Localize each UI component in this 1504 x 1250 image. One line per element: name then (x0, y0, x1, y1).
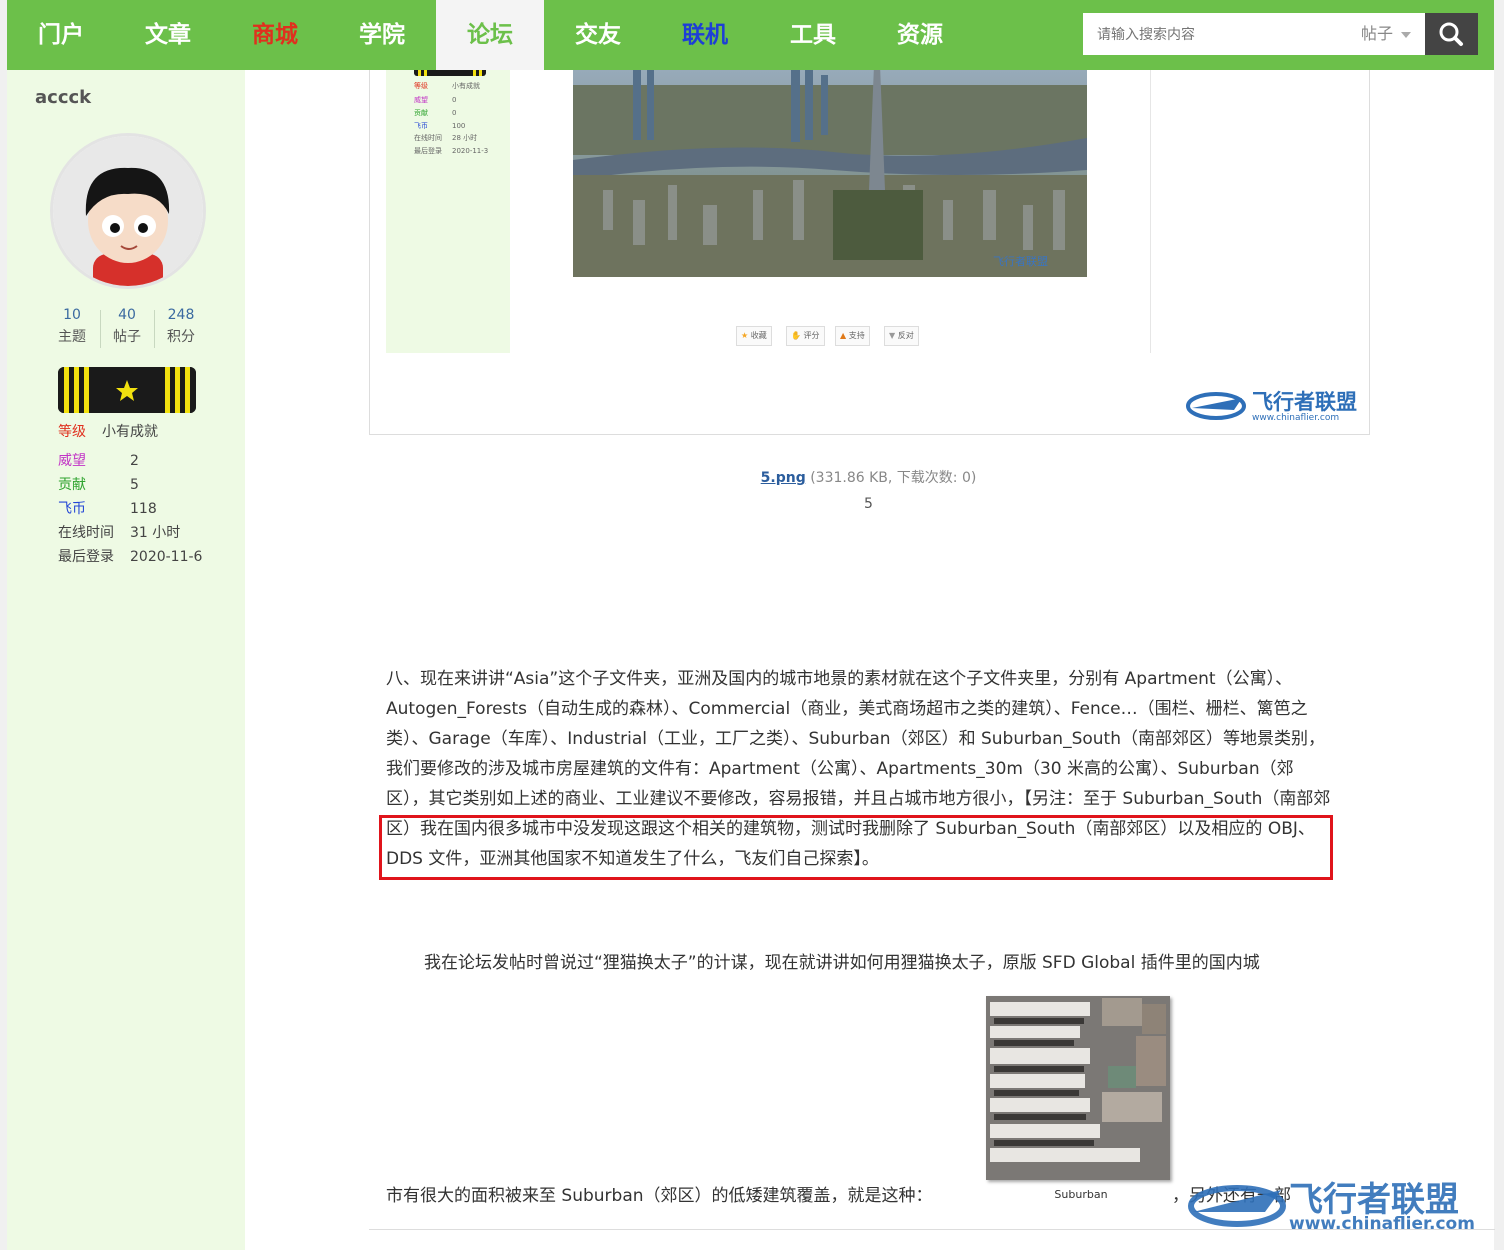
arrow-up-icon: ▲ (840, 331, 847, 340)
profile-row-contribution: 贡献 5 (58, 475, 139, 495)
search-type-label: 帖子 (1361, 24, 1394, 43)
thumb-icon: ✋ (791, 331, 801, 340)
nav-item-online[interactable]: 联机 (651, 0, 759, 70)
search-box: 帖子 (1083, 13, 1425, 57)
attachment-caption: 5 (864, 496, 873, 512)
profile-row-level: 等级 小有成就 (58, 422, 158, 442)
profile-key: 飞币 (58, 501, 86, 517)
divider (1150, 60, 1151, 353)
mini-row: 飞币 100 (414, 122, 466, 130)
search-type-select[interactable]: 帖子 (1361, 13, 1412, 55)
rate-button[interactable]: ✋ 评分 (786, 326, 825, 346)
arrow-down-icon: ▼ (889, 331, 896, 340)
profile-key: 威望 (58, 453, 86, 469)
nav-item-tools[interactable]: 工具 (759, 0, 867, 70)
watermark-text: 飞行者联盟 (1252, 390, 1357, 414)
plane-logo-icon (1188, 1185, 1286, 1227)
stat-threads[interactable]: 10 主题 (45, 304, 99, 348)
profile-value: 5 (130, 477, 139, 493)
support-button[interactable]: ▲ 支持 (835, 326, 870, 346)
stat-posts-label: 帖子 (113, 329, 141, 345)
profile-row-online-time: 在线时间 31 小时 (58, 523, 180, 543)
nav-item-resources[interactable]: 资源 (866, 0, 974, 70)
chinaflier-watermark-bottom: 飞行者联盟 www.chinaflier.com (1185, 1168, 1495, 1238)
svg-text:飞行者联盟: 飞行者联盟 (993, 255, 1048, 268)
nav-item-friends[interactable]: 交友 (544, 0, 652, 70)
profile-value: 2 (130, 453, 139, 469)
mini-row: 等级 小有成就 (414, 82, 480, 90)
article-paragraph: 我在论坛发帖时曾说过“狸猫换太子”的计谋，现在就讲讲如何用狸猫换太子，原版 SF… (424, 953, 1260, 973)
nav-item-academy[interactable]: 学院 (328, 0, 436, 70)
stat-points[interactable]: 248 积分 (154, 304, 208, 348)
search-button[interactable] (1425, 13, 1478, 55)
profile-value: 118 (130, 501, 157, 517)
nav-item-shop[interactable]: 商城 (221, 0, 329, 70)
profile-row-prestige: 威望 2 (58, 451, 139, 471)
nav-item-portal[interactable]: 门户 (7, 0, 115, 70)
star-icon: ★ (741, 331, 749, 340)
watermark-url: www.chinaflier.com (1252, 413, 1340, 423)
attachment-info: 5.png (331.86 KB, 下载次数: 0) (369, 467, 1368, 487)
mini-row: 最后登录 2020-11-3 (414, 147, 489, 155)
favorite-button[interactable]: ★ 收藏 (736, 326, 772, 346)
author-avatar[interactable] (53, 136, 203, 286)
stat-posts-value: 40 (118, 307, 136, 323)
author-username[interactable]: accck (35, 87, 91, 108)
search-icon (1439, 22, 1463, 46)
chinaflier-watermark: 飞行者联盟 www.chinaflier.com (1184, 384, 1364, 428)
stat-posts[interactable]: 40 帖子 (100, 304, 154, 348)
city-aerial-photo: 飞行者联盟 (573, 40, 1087, 277)
profile-key: 在线时间 (58, 525, 114, 541)
stat-points-value: 248 (167, 307, 195, 323)
profile-row-last-login: 最后登录 2020-11-6 (58, 547, 202, 567)
oppose-button[interactable]: ▼ 反对 (884, 326, 919, 346)
profile-row-coins: 飞币 118 (58, 499, 157, 519)
mini-row: 威望 0 (414, 96, 457, 104)
stat-points-label: 积分 (167, 329, 195, 345)
chevron-down-icon (1401, 31, 1412, 38)
avatar-image (53, 136, 203, 286)
suburban-texture-image[interactable] (986, 996, 1170, 1180)
mini-row: 贡献 0 (414, 109, 457, 117)
search-input[interactable] (1095, 13, 1349, 57)
profile-value: 31 小时 (130, 525, 181, 541)
highlight-box (379, 815, 1333, 880)
nav-item-articles[interactable]: 文章 (114, 0, 222, 70)
profile-key: 贡献 (58, 477, 86, 493)
nav-item-forum[interactable]: 论坛 (436, 0, 544, 70)
top-navigation: 门户 文章 商城 学院 论坛 交友 联机 工具 资源 帖子 (7, 0, 1494, 70)
stat-threads-label: 主题 (58, 329, 86, 345)
rank-badge (58, 367, 196, 413)
article-paragraph: 市有很大的面积被来至 Suburban（郊区）的低矮建筑覆盖，就是这种： (386, 1186, 933, 1206)
paragraph-text: 八、现在来讲讲“Asia”这个子文件夹，亚洲及国内的城市地景的素材就在这个子文件… (386, 669, 1325, 809)
attachment-meta: (331.86 KB, 下载次数: 0) (810, 470, 977, 486)
watermark-url: www.chinaflier.com (1289, 1214, 1475, 1234)
texture-caption: Suburban (1054, 1188, 1108, 1201)
profile-key: 最后登录 (58, 549, 114, 565)
attachment-link[interactable]: 5.png (761, 470, 806, 486)
stat-threads-value: 10 (63, 307, 81, 323)
profile-value[interactable]: 小有成就 (102, 424, 158, 440)
mini-row: 在线时间 28 小时 (414, 134, 478, 142)
profile-value: 2020-11-6 (130, 549, 203, 565)
author-sidebar: accck 10 主题 40 帖子 248 积分 等级 小有成就 威望 2 贡献… (7, 70, 245, 1250)
plane-logo-icon (1186, 392, 1246, 420)
